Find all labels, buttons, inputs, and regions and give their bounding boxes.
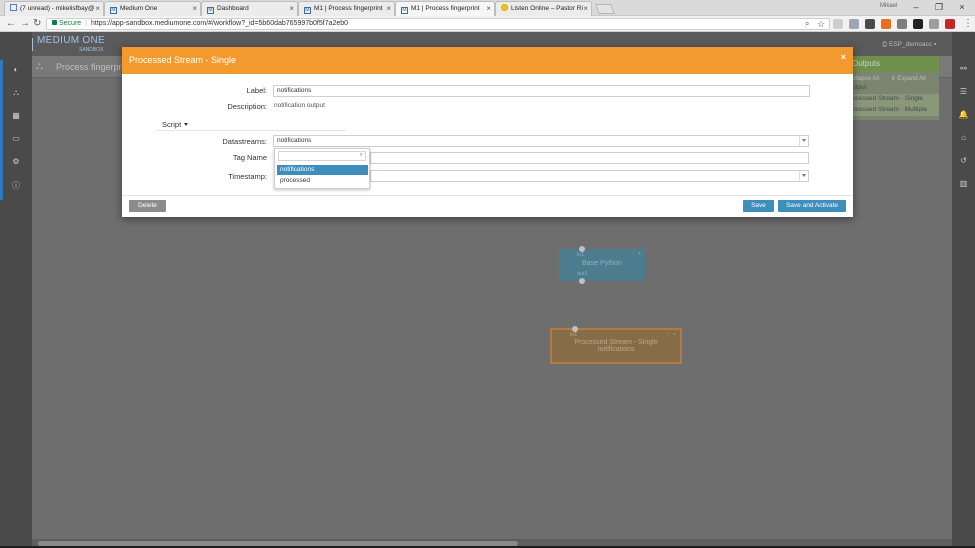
extension-icon[interactable]	[833, 19, 843, 29]
link-icon[interactable]: ⚯	[952, 64, 975, 73]
datastreams-select[interactable]: notifications	[273, 135, 809, 147]
description-value: notification output	[274, 102, 325, 109]
dropdown-option[interactable]: notifications	[277, 165, 368, 175]
minimize-icon[interactable]: –	[905, 0, 927, 15]
home-icon[interactable]: ⌂	[952, 133, 975, 142]
workflow-icon[interactable]: ⛬	[0, 88, 32, 98]
divider	[799, 171, 800, 181]
browser-tab-listen[interactable]: Listen Online – Pastor Ri ×	[495, 1, 592, 16]
extension-icon[interactable]	[881, 19, 891, 29]
new-tab-button[interactable]	[595, 4, 615, 14]
save-button[interactable]: Save	[743, 200, 774, 212]
datastreams-dropdown: ⌕ notifications processed	[274, 148, 370, 189]
lock-icon	[52, 20, 57, 25]
close-icon[interactable]: ×	[192, 2, 197, 15]
address-bar: ← → ↻ Secure | https://app-sandbox.mediumo…	[0, 16, 975, 32]
menu-icon[interactable]: ⋮	[963, 17, 973, 31]
monitor-icon[interactable]: ▭	[0, 134, 32, 143]
user-menu[interactable]: ⎙ ESP_demoacc ▾	[882, 41, 937, 49]
mediumone-icon: M	[401, 7, 408, 14]
timestamp-field-label: Timestamp:	[228, 172, 267, 181]
search-icon: ⌕	[359, 152, 363, 158]
datastreams-field-label: Datastreams:	[222, 137, 267, 146]
mediumone-icon: M	[110, 7, 117, 14]
yellow-circle-icon	[501, 4, 508, 11]
label-field-label: Label:	[246, 86, 267, 95]
restore-icon[interactable]: ❐	[928, 0, 950, 15]
processed-stream-modal: Processed Stream - Single × Label: notif…	[122, 47, 853, 217]
description-field-label: Description:	[227, 102, 267, 111]
bell-icon[interactable]: 🔔	[952, 110, 975, 119]
reload-icon[interactable]: ↻	[33, 17, 41, 31]
close-icon[interactable]: ×	[841, 52, 846, 62]
extension-icon[interactable]	[945, 19, 955, 29]
table-icon[interactable]: ▦	[0, 111, 32, 120]
sidebar-accent	[0, 60, 3, 200]
window-close-icon[interactable]: ×	[951, 0, 973, 15]
mediumone-icon: M	[207, 7, 214, 14]
mediumone-icon: M	[304, 7, 311, 14]
info-icon[interactable]: ⓘ	[0, 180, 32, 191]
caret-down-icon	[802, 174, 806, 177]
extension-icon[interactable]	[913, 19, 923, 29]
back-icon[interactable]: ←	[6, 17, 16, 31]
right-sidebar: ⚯ ☰ 🔔 ⌂ ↺ ▥	[952, 32, 975, 548]
settings-icon[interactable]: ⚙	[0, 157, 32, 166]
tag-name-input[interactable]	[370, 152, 809, 164]
divider	[799, 136, 800, 146]
close-icon[interactable]: ×	[486, 2, 491, 15]
caret-down-icon	[184, 123, 189, 126]
browser-tab-mediumone[interactable]: M Medium One ×	[104, 1, 201, 16]
list-icon[interactable]: ☰	[952, 87, 975, 96]
close-icon[interactable]: ×	[386, 2, 391, 15]
extension-icon[interactable]	[865, 19, 875, 29]
timestamp-select[interactable]	[370, 170, 809, 182]
label-input[interactable]: notifications	[273, 85, 810, 97]
search-icon[interactable]: ⌕	[805, 17, 809, 31]
extension-icon[interactable]	[849, 19, 859, 29]
mail-icon	[10, 4, 17, 11]
browser-tab-strip: (7 unread) - mikelisfbay@ × M Medium One × …	[0, 0, 975, 16]
script-toggle[interactable]: Script	[162, 120, 189, 129]
forward-icon[interactable]: →	[20, 17, 30, 31]
window-user-label[interactable]: Mikael	[880, 3, 897, 9]
tag-name-field-label: Tag Name	[232, 153, 267, 162]
divider	[156, 130, 346, 131]
save-and-activate-button[interactable]: Save and Activate	[778, 200, 846, 212]
close-icon[interactable]: ×	[95, 2, 100, 15]
delete-button[interactable]: Delete	[129, 200, 166, 212]
modal-footer-divider	[122, 195, 853, 196]
close-icon[interactable]: ×	[289, 2, 294, 15]
extension-icon[interactable]	[897, 19, 907, 29]
history-icon[interactable]: ↺	[952, 156, 975, 165]
dropdown-option[interactable]: processed	[277, 176, 368, 186]
dropdown-search-input[interactable]: ⌕	[278, 151, 366, 161]
star-icon[interactable]: ☆	[817, 17, 825, 31]
close-icon[interactable]: ×	[583, 2, 588, 15]
url-input[interactable]: Secure | https://app-sandbox.mediumone.com…	[46, 18, 830, 30]
browser-tab-dashboard[interactable]: M Dashboard ×	[201, 1, 298, 16]
browser-tab-process-2[interactable]: M M1 | Process fingerprint ×	[395, 1, 495, 16]
chart-icon[interactable]: ▥	[952, 179, 975, 188]
extension-icon[interactable]	[929, 19, 939, 29]
logo-sub: SANDBOX	[79, 47, 104, 53]
left-sidebar: ◐ ⛬ ▦ ▭ ⚙ ⓘ	[0, 32, 32, 548]
browser-tab-process-1[interactable]: M M1 | Process fingerprint ×	[298, 1, 395, 16]
modal-title: Processed Stream - Single	[122, 47, 853, 74]
browser-tab-gmail[interactable]: (7 unread) - mikelisfbay@ ×	[4, 1, 104, 16]
dashboard-icon[interactable]: ◐	[0, 65, 32, 74]
caret-down-icon	[802, 139, 806, 142]
